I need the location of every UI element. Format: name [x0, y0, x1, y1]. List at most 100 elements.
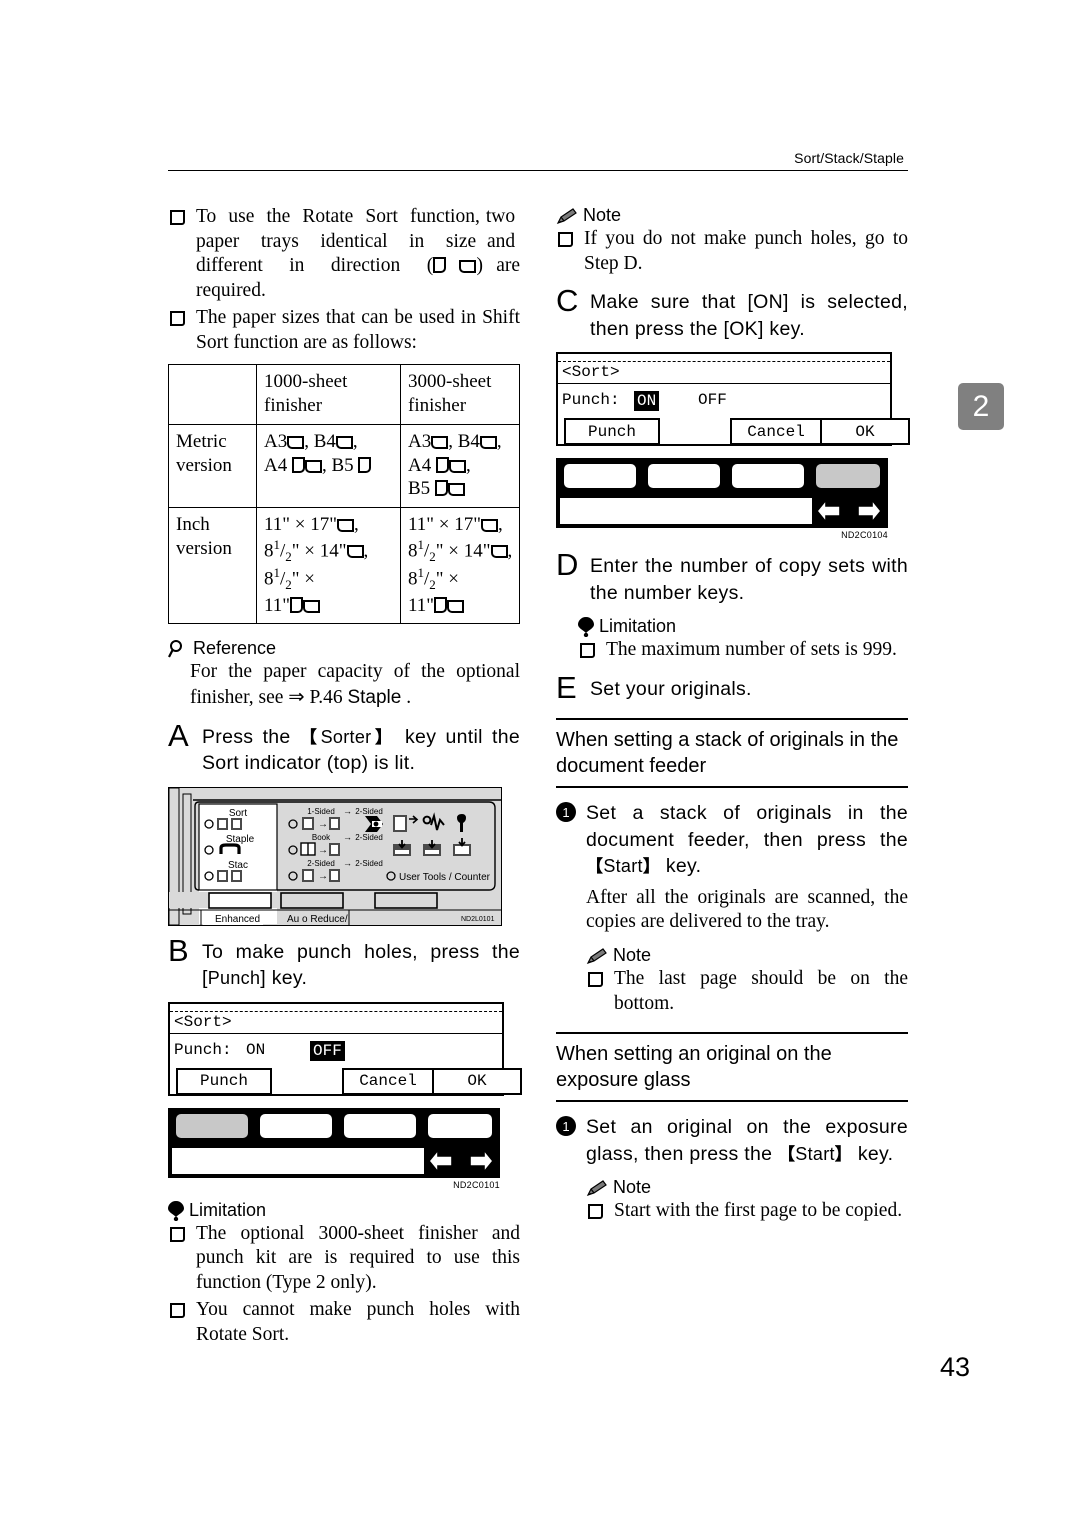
limitation-item-text: You cannot make punch holes with Rotate …	[196, 1299, 520, 1345]
lcd-ok-button-c[interactable]: OK	[820, 418, 910, 446]
hardkey-1[interactable]	[564, 464, 636, 489]
right-column: Note If you do not make punch holes, go …	[556, 205, 910, 1227]
svg-text:2-Sided: 2-Sided	[307, 859, 335, 868]
step-b-letter: B	[168, 932, 189, 968]
glass-step-1: 1 Set an original on the exposure glass,…	[556, 1114, 908, 1167]
limitation-item-text: The optional 3000-sheet finisher and pun…	[196, 1222, 520, 1293]
note-block-glass: Note Start with the first page to be cop…	[586, 1177, 908, 1224]
page-header: Sort/Stack/Staple	[168, 150, 908, 171]
paper-portrait-icon	[433, 257, 447, 274]
table-row: Metric version A3, B4, A4 , B5 A3, B4, A4…	[168, 423, 520, 509]
lcd-top-divider	[558, 354, 890, 363]
paper-landscape-icon	[459, 260, 477, 274]
left-arrow-key[interactable]	[426, 1146, 458, 1176]
lcd-cancel-button-b[interactable]: Cancel	[342, 1067, 434, 1095]
metric-3000-cell: A3, B4, A4 , B5	[400, 423, 520, 509]
hardkey-4[interactable]	[816, 464, 880, 489]
note-block-top: Note If you do not make punch holes, go …	[556, 205, 908, 276]
table-row: Inch version 11" × 17", 81/2" × 14", 81/2…	[168, 507, 520, 625]
svg-text:2-Sided: 2-Sided	[355, 833, 383, 842]
svg-text:Enhanced: Enhanced	[215, 914, 260, 925]
lcd-option-off-c[interactable]: OFF	[698, 391, 727, 409]
step-e-text: Set your originals.	[590, 677, 752, 700]
subsection-document-feeder: When setting a stack of originals in the…	[556, 718, 908, 1016]
inch-3000-cell: 11" × 17", 81/2" × 14", 81/2" × 11"	[400, 507, 520, 625]
hardkey-strip-c	[556, 458, 888, 529]
lcd-figure-c: <Sort> Punch: ON OFF Punch Cancel OK ND2…	[556, 352, 910, 540]
bullet-square-icon	[558, 232, 573, 247]
step-a-key[interactable]: Sorter	[321, 727, 372, 747]
right-arrow-key[interactable]	[464, 1146, 496, 1176]
feeder-start-key[interactable]: Start	[603, 856, 643, 876]
pencil-icon	[586, 948, 608, 966]
feeder-step-1-text-1: Set a stack of originals in the document…	[586, 802, 908, 851]
subsection-rule-bottom	[556, 1100, 908, 1103]
reference-heading: Reference	[168, 638, 520, 659]
step-b-key[interactable]: Punch	[208, 968, 261, 988]
lcd-screen-c: <Sort> Punch: ON OFF Punch Cancel OK	[556, 352, 910, 447]
left-column: To use the Rotate Sort function, two pap…	[168, 205, 522, 1350]
step-b-text: To make punch holes, press the [Punch] k…	[202, 940, 520, 990]
bullet-square-icon	[170, 1226, 185, 1242]
lcd-field-label-c: Punch:	[562, 391, 620, 410]
lcd-punch-button-c[interactable]: Punch	[564, 418, 660, 446]
subsection-heading-glass: When setting an original on the exposure…	[556, 1043, 832, 1092]
step-b: B To make punch holes, press the [Punch]…	[168, 935, 520, 992]
step-c: C Make sure that [ON] is selected, then …	[556, 285, 908, 342]
list-item: The last page should be on the bottom.	[586, 967, 908, 1016]
magnifier-icon	[168, 639, 188, 659]
step-d: D Enter the number of copy sets with the…	[556, 549, 908, 606]
step-a-text-1: Press the	[202, 725, 300, 748]
figure-code-b: ND2C0101	[453, 1179, 500, 1190]
list-item: The paper sizes that can be used in Shif…	[168, 306, 520, 355]
svg-text:2-Sided: 2-Sided	[355, 859, 383, 868]
lcd-punch-button-b[interactable]: Punch	[176, 1067, 272, 1095]
feeder-step-1-text-2: key.	[660, 855, 702, 878]
lcd-option-on-b[interactable]: ON	[246, 1041, 265, 1059]
svg-text:→: →	[318, 819, 328, 830]
note-list-glass: Start with the first page to be copied.	[586, 1199, 908, 1224]
chapter-tab: 2	[958, 383, 1004, 430]
lcd-field-row-c: Punch: ON OFF	[558, 384, 890, 418]
reference-title: Reference	[193, 638, 277, 659]
right-arrow-key[interactable]	[852, 496, 884, 526]
svg-text:→: →	[318, 871, 328, 882]
limitation-list-b: The optional 3000-sheet finisher and pun…	[168, 1222, 520, 1348]
limitation-block-b: Limitation The optional 3000-sheet finis…	[168, 1200, 520, 1348]
lcd-figure-b: <Sort> Punch: ON OFF Punch Cancel OK ND2…	[168, 1001, 522, 1190]
step-d-text: Enter the number of copy sets with the n…	[590, 555, 908, 604]
note-block-feeder: Note The last page should be on the bott…	[586, 945, 908, 1016]
list-item: The maximum number of sets is 999.	[578, 638, 908, 663]
reference-body: For the paper capacity of the optional f…	[190, 660, 520, 710]
list-item: The optional 3000-sheet finisher and pun…	[168, 1222, 520, 1296]
lcd-ok-button-b[interactable]: OK	[432, 1067, 522, 1095]
note-heading-feeder: Note	[586, 945, 908, 966]
hardkey-4[interactable]	[428, 1113, 492, 1138]
hardkey-1[interactable]	[176, 1113, 248, 1138]
lcd-option-on-c[interactable]: ON	[634, 391, 660, 412]
list-item: Start with the first page to be copied.	[586, 1199, 908, 1224]
hardkey-3[interactable]	[344, 1113, 416, 1138]
svg-text:ND2L0101: ND2L0101	[461, 916, 495, 923]
hardkey-3[interactable]	[732, 464, 804, 489]
limitation-heading-d: Limitation	[578, 616, 908, 638]
lcd-cancel-button-c[interactable]: Cancel	[730, 418, 822, 446]
step-b-text-2: key.	[265, 967, 308, 990]
bullet-square-icon	[170, 1303, 185, 1319]
note-item-text: Start with the first page to be copied.	[614, 1200, 903, 1222]
inch-1000-cell: 11" × 17", 81/2" × 14", 81/2" × 11"	[256, 507, 401, 625]
left-arrow-key[interactable]	[814, 496, 846, 526]
hardkey-2[interactable]	[648, 464, 720, 489]
hardkey-2[interactable]	[260, 1113, 332, 1138]
note-item-text: If you do not make punch holes, go to St…	[584, 228, 908, 274]
glass-start-key[interactable]: Start	[795, 1144, 835, 1164]
step-a-letter: A	[168, 717, 189, 753]
step-number-circle: 1	[556, 1116, 576, 1137]
operation-panel-figure: Sort Staple Stac 1-Sided → 2-Sided → Boo…	[168, 786, 502, 926]
step-c-text: Make sure that [ON] is selected, then pr…	[590, 291, 908, 340]
reference-link[interactable]: Staple	[347, 687, 401, 708]
subsection-rule-top	[556, 718, 908, 721]
lcd-option-off-b[interactable]: OFF	[310, 1040, 345, 1061]
svg-text:User Tools / Counter: User Tools / Counter	[399, 872, 491, 883]
feeder-body-text: After all the originals are scanned, the…	[586, 886, 908, 933]
